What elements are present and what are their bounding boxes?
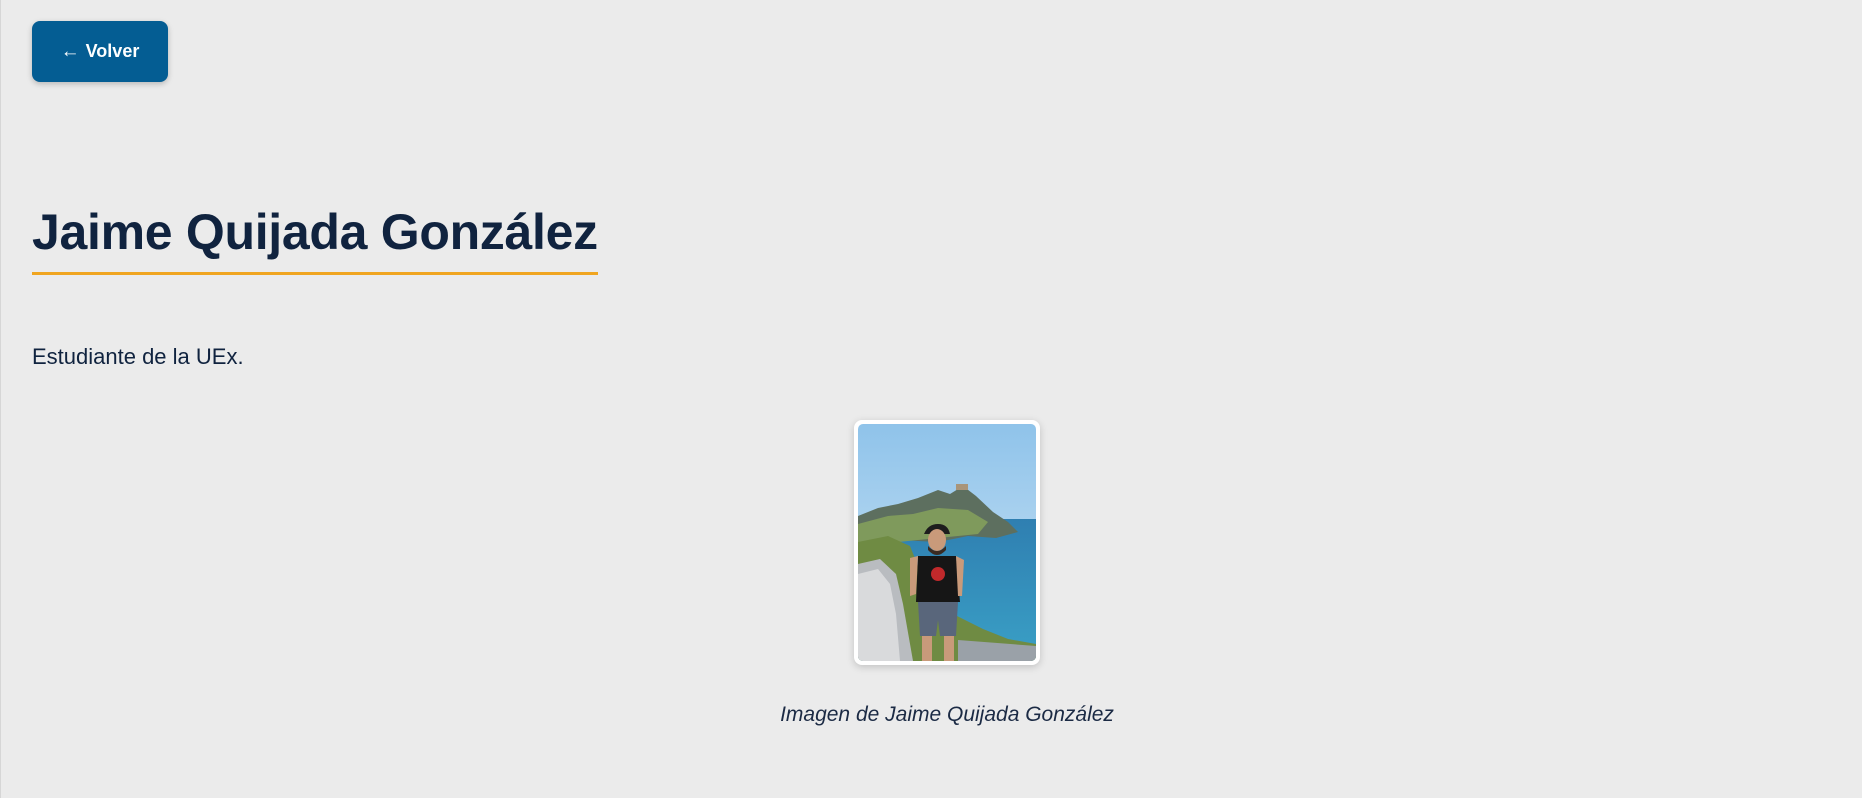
- back-button-label: Volver: [85, 41, 140, 61]
- back-button[interactable]: ← Volver: [32, 21, 168, 82]
- profile-photo-frame: [854, 420, 1040, 665]
- page-title: Jaime Quijada González: [32, 200, 598, 275]
- image-caption: Imagen de Jaime Quijada González: [780, 703, 1114, 726]
- profile-description: Estudiante de la UEx.: [32, 344, 244, 369]
- back-arrow-icon: ←: [60, 40, 80, 62]
- profile-photo: [858, 424, 1036, 661]
